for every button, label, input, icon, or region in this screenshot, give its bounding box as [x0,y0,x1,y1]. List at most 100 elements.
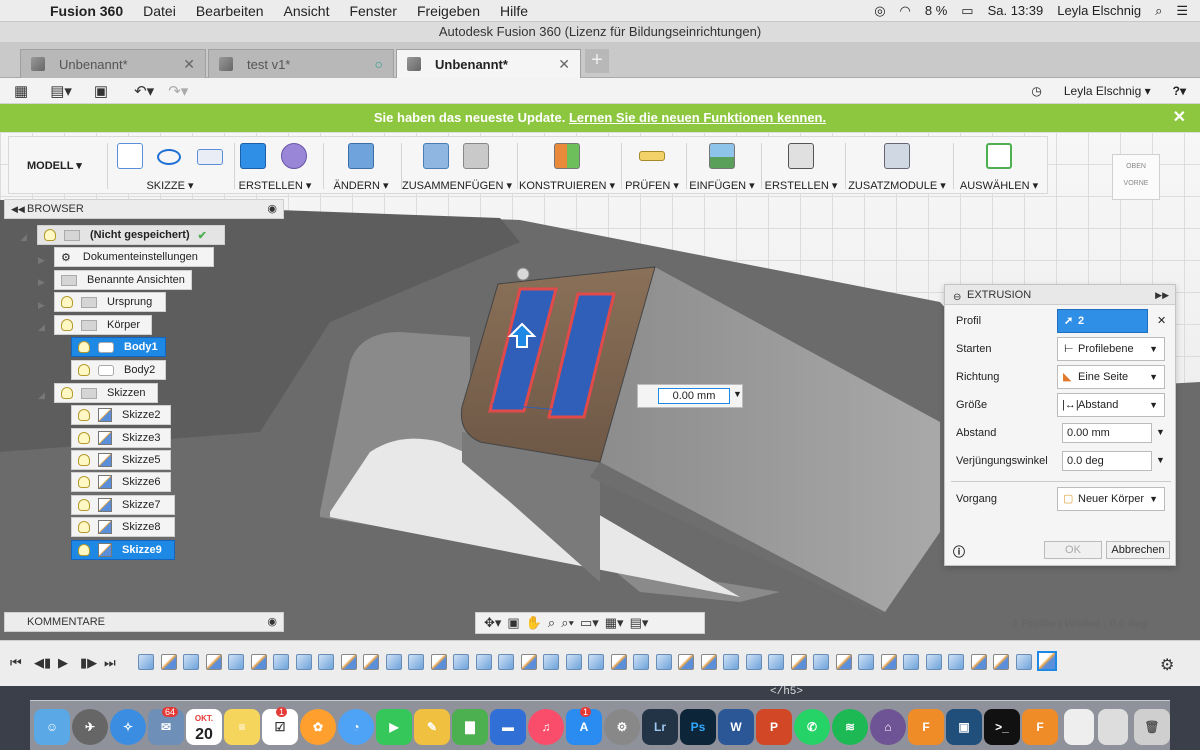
browser-item-skizze8[interactable]: Skizze8 [71,517,175,537]
visibility-bulb-icon[interactable] [78,476,90,488]
expand-triangle-icon[interactable]: ▶ [38,255,45,266]
finder-icon[interactable]: ☺ [34,709,70,745]
timeline-feature[interactable] [813,654,829,670]
visibility-bulb-icon[interactable] [78,499,90,511]
browser-item-sketches[interactable]: Skizzen [54,383,158,403]
whatsapp-icon[interactable]: ✆ [794,709,830,745]
timeline-feature[interactable] [318,654,334,670]
pan-hand-icon[interactable]: ✋ [526,615,542,631]
menu-freigeben[interactable]: Freigeben [407,3,490,19]
system-preferences-icon[interactable]: ⚙ [604,709,640,745]
timeline-sketch-feature[interactable] [520,654,537,670]
create-sketch-icon[interactable] [117,143,143,169]
visibility-bulb-icon[interactable] [61,319,73,331]
measure-icon[interactable] [639,151,665,161]
start-dropdown[interactable]: ⊢ Profilebene ▼ [1057,337,1165,361]
help-icon[interactable]: ?▾ [1173,84,1186,98]
timeline-feature[interactable] [498,654,514,670]
tab-unbenannt-active[interactable]: Unbenannt* ✕ [396,49,581,78]
ribbon-label-addins[interactable]: ZUSATZMODULE ▾ [845,179,949,192]
battery-icon[interactable]: ▭ [961,3,973,19]
timeline-sketch-feature[interactable] [205,654,222,670]
menu-app-name[interactable]: Fusion 360 [40,3,133,19]
timeline-feature[interactable] [903,654,919,670]
timeline-settings-gear-icon[interactable]: ⚙ [1160,655,1174,675]
timeline-feature[interactable] [948,654,964,670]
chevron-down-icon[interactable]: ▼ [733,389,742,399]
3d-print-icon[interactable] [788,143,814,169]
ribbon-group-assemble[interactable]: ZUSAMMENFÜGEN ▾ [401,137,513,195]
browser-item-body1[interactable]: Body1 [71,337,166,357]
ribbon-group-construct[interactable]: KONSTRUIEREN ▾ [517,137,617,195]
terminal-icon[interactable]: >_ [984,709,1020,745]
pages-icon[interactable]: ✎ [414,709,450,745]
github-icon[interactable]: ⌂ [870,709,906,745]
cancel-button[interactable]: Abbrechen [1106,541,1170,559]
timeline-feature[interactable] [565,654,582,670]
spotify-icon[interactable]: ≋ [832,709,868,745]
clear-selection-icon[interactable]: ✕ [1157,314,1166,327]
timeline-sketch-feature[interactable] [363,654,379,670]
fusion360-icon[interactable]: F [908,709,944,745]
orbit-icon[interactable]: ✥▾ [484,615,501,631]
visibility-bulb-icon[interactable] [78,454,90,466]
ribbon-label-construct[interactable]: KONSTRUIEREN ▾ [517,179,617,192]
visibility-bulb-icon[interactable] [44,229,56,241]
menu-bearbeiten[interactable]: Bearbeiten [186,3,274,19]
timeline-feature[interactable] [295,654,312,670]
notification-center-icon[interactable]: ☰ [1176,3,1188,19]
numbers-icon[interactable]: ▇ [452,709,488,745]
launchpad-icon[interactable]: ✈ [72,709,108,745]
visibility-bulb-icon[interactable] [61,296,73,308]
browser-item-namedviews[interactable]: Benannte Ansichten [54,270,192,290]
banner-link[interactable]: Lernen Sie die neuen Funktionen kennen. [569,110,826,125]
ribbon-label-sketch[interactable]: SKIZZE ▾ [109,179,231,192]
browser-item-skizze9[interactable]: Skizze9 [71,540,175,560]
visibility-bulb-icon[interactable] [78,341,90,353]
taper-angle-input[interactable]: 0.0 deg [1062,451,1152,471]
viewports-icon[interactable]: ▤▾ [630,615,649,631]
timeline-sketch-feature[interactable] [250,654,267,670]
timeline-feature[interactable] [138,654,154,670]
menu-hilfe[interactable]: Hilfe [490,3,538,19]
ribbon-label-select[interactable]: AUSWÄHLEN ▾ [953,179,1045,192]
browser-item-origin[interactable]: Ursprung [54,292,166,312]
timeline-feature[interactable] [273,654,289,670]
info-icon[interactable]: ⓘ [953,543,965,560]
stack-downloads-icon[interactable] [1098,709,1128,745]
timeline-feature[interactable] [1015,654,1032,670]
step-back-icon[interactable]: ◀▮ [34,655,51,671]
notes-icon[interactable]: ≡ [224,709,260,745]
timeline-sketch-feature[interactable] [970,654,987,670]
dialog-minimize-icon[interactable]: ⊖ [953,288,961,308]
timeline-sketch-feature[interactable] [790,654,807,670]
timeline-feature[interactable] [925,654,942,670]
safari-icon[interactable]: ✧ [110,709,146,745]
tab-test-v1[interactable]: test v1* ○ [208,49,394,78]
comments-panel-header[interactable]: KOMMENTARE ◉ [4,612,284,632]
browser-item-body2[interactable]: Body2 [71,360,166,380]
app-grid-icon[interactable]: ▦ [14,82,28,100]
timeline-feature[interactable] [655,654,672,670]
ribbon-label-assemble[interactable]: ZUSAMMENFÜGEN ▾ [401,179,513,192]
ribbon-group-make[interactable]: ERSTELLEN ▾ [761,137,841,195]
ok-button[interactable]: OK [1044,541,1102,559]
extrusion-dialog-header[interactable]: ⊖ EXTRUSION ▶▶ [945,285,1175,305]
menu-fenster[interactable]: Fenster [339,3,406,19]
timeline-feature[interactable] [385,654,402,670]
close-banner-icon[interactable]: ✕ [1173,104,1186,132]
ribbon-group-select[interactable]: AUSWÄHLEN ▾ [953,137,1045,195]
expand-dialog-icon[interactable]: ▶▶ [1155,285,1169,305]
visibility-bulb-icon[interactable] [78,432,90,444]
joint-icon[interactable] [463,143,489,169]
window-manager-icon[interactable]: ▣ [946,709,982,745]
rotation-handle[interactable] [516,267,530,281]
timeline-feature[interactable] [723,654,739,670]
direction-dropdown[interactable]: ◣ Eine Seite ▼ [1057,365,1165,389]
browser-item-bodies[interactable]: Körper [54,315,152,335]
ribbon-group-create[interactable]: ERSTELLEN ▾ [235,137,315,195]
go-to-start-icon[interactable]: ⏮ [10,655,22,671]
clock[interactable]: Sa. 13:39 [988,3,1044,18]
press-pull-icon[interactable] [348,143,374,169]
panel-toggle-icon[interactable]: ◉ [267,200,277,218]
